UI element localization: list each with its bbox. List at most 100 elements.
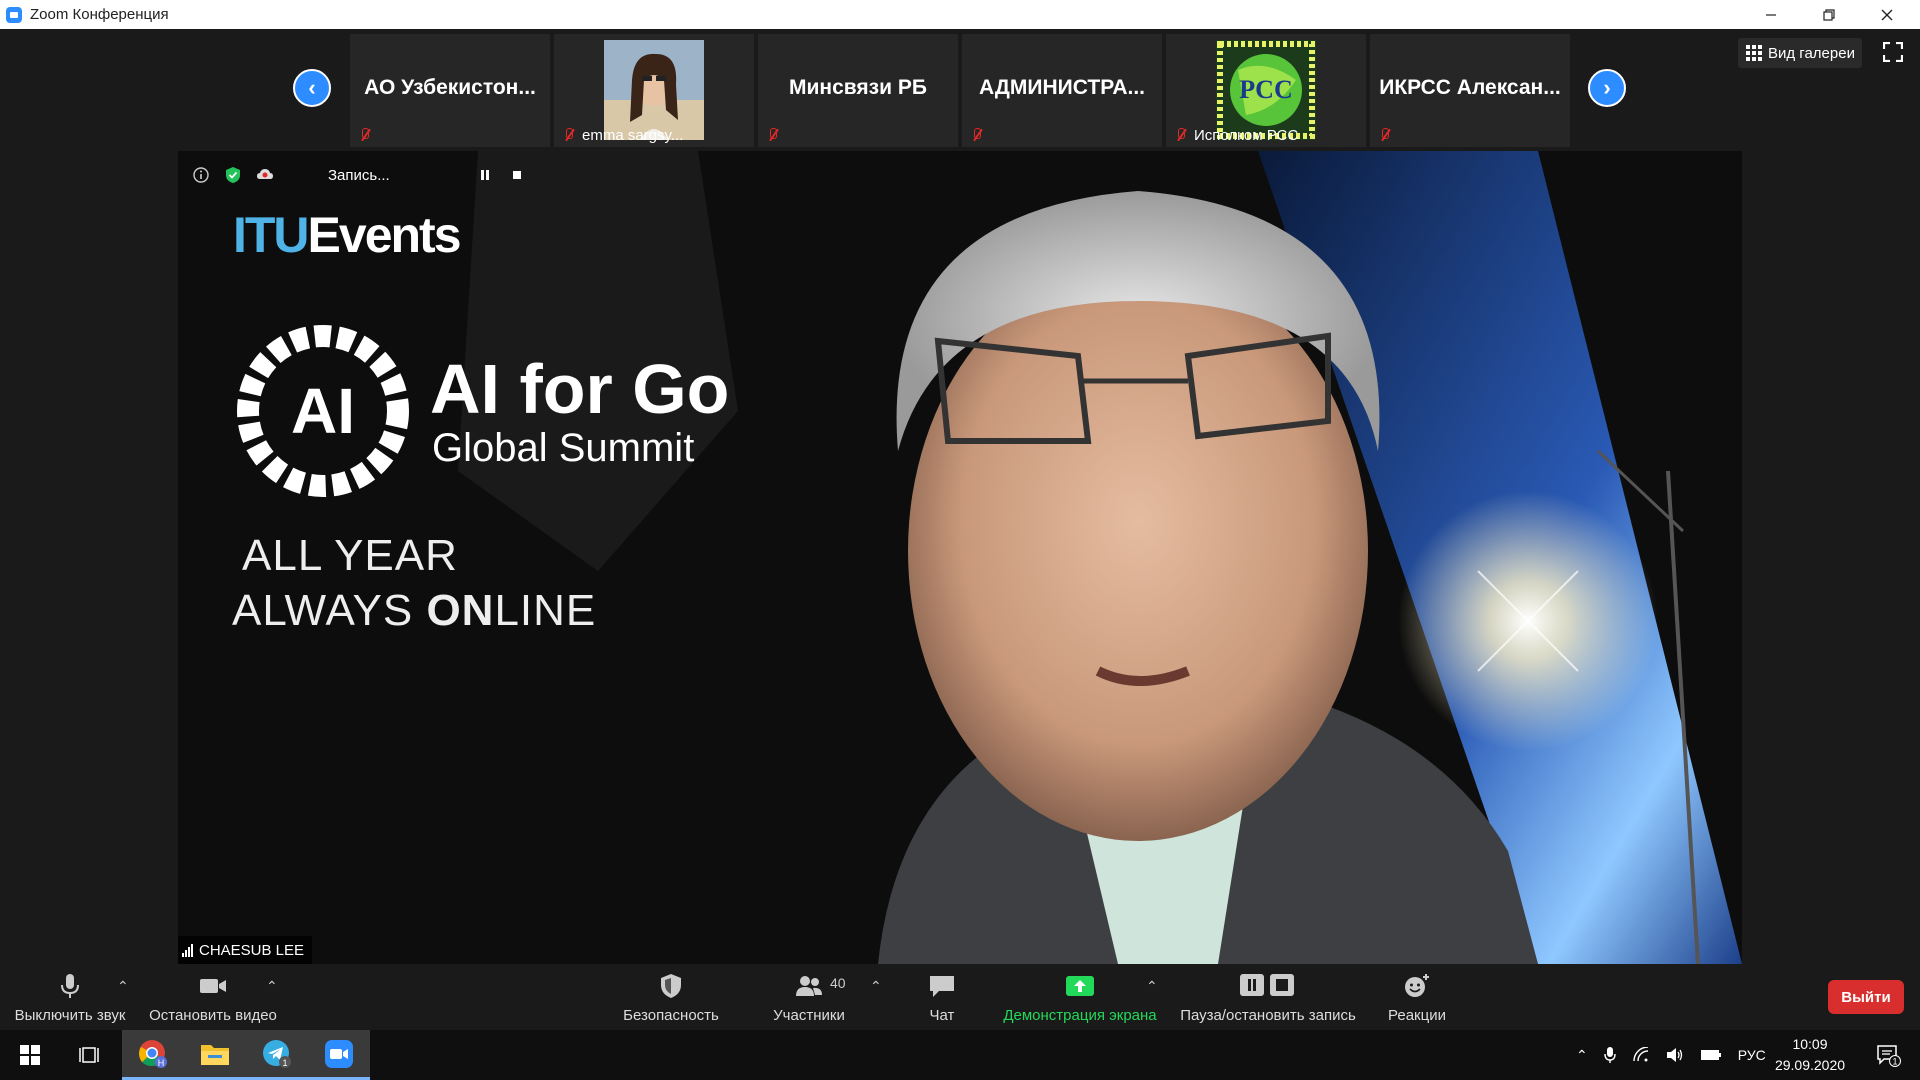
pause-stop-record-icon [1240,974,1294,996]
participant-name: Исполком РСС [1194,127,1299,144]
audio-options-chevron-icon[interactable]: ⌃ [117,978,129,995]
participant-strip [0,29,1920,149]
security-shield-icon [661,974,681,998]
security-button[interactable]: Безопасность [620,964,722,1030]
strip-next-button[interactable]: › [1588,69,1626,107]
system-tray: ⌃ РУС [1576,1030,1766,1080]
chevron-right-icon: › [1603,75,1611,100]
tray-microphone-icon[interactable] [1604,1046,1616,1064]
close-icon [1881,9,1893,20]
minimize-button[interactable] [1742,0,1800,29]
speaker-name-label: CHAESUB LEE [178,936,313,964]
wifi-icon[interactable] [1632,1047,1650,1063]
notifications-icon: 1 [1877,1045,1901,1067]
windows-taskbar: H 1 ⌃ РУС 10:09 29.09.2020 1 [0,1030,1920,1080]
taskbar-file-explorer[interactable] [184,1030,246,1080]
svg-text:1: 1 [1892,1057,1897,1067]
start-button[interactable] [0,1030,60,1080]
strip-prev-button[interactable]: ‹ [293,69,331,107]
chrome-icon: H [139,1039,167,1068]
meeting-toolbar: Выключить звук ⌃ Остановить видео ⌃ Безо… [0,964,1920,1030]
chevron-left-icon: ‹ [308,75,316,100]
participant-tile[interactable]: Минсвязи РБ [758,34,958,147]
window-title: Zoom Конференция [30,6,169,23]
taskbar-telegram[interactable]: 1 [246,1030,308,1080]
gallery-view-button[interactable]: Вид галереи [1738,38,1862,68]
participant-photo [604,40,704,140]
share-screen-icon [1066,976,1094,996]
participants-options-chevron-icon[interactable]: ⌃ [870,978,882,995]
gallery-view-label: Вид галереи [1768,44,1855,62]
fullscreen-icon[interactable] [1883,42,1903,62]
muted-mic-icon [358,127,372,143]
reaction-smile-icon [1405,974,1429,997]
ai-for-good-subtitle: Global Summit [432,426,695,470]
encryption-shield-icon[interactable] [224,166,242,184]
volume-icon[interactable] [1666,1047,1684,1063]
muted-mic-icon [766,127,780,143]
participant-tile[interactable]: emma sargsy... [554,34,754,147]
muted-mic-icon [970,127,984,143]
minimize-icon [1766,13,1776,16]
restore-button[interactable] [1800,0,1858,29]
svg-text:AI: AI [291,375,355,447]
participant-tile[interactable]: ИКРСС Алексан... [1370,34,1570,147]
battery-icon[interactable] [1700,1049,1722,1061]
all-year-text: ALL YEAR [242,531,458,580]
svg-text:PCC: PCC [1239,75,1292,104]
chat-bubble-icon [930,976,954,997]
participant-name: ИКРСС Алексан... [1379,76,1561,99]
gallery-grid-icon [1746,45,1762,61]
participant-name: АО Узбекистон... [364,76,536,99]
cloud-record-icon [257,169,273,179]
task-view-button[interactable] [60,1030,118,1080]
stop-video-button[interactable]: Остановить видео [146,964,280,1030]
folder-icon [201,1044,229,1065]
taskbar-clock[interactable]: 10:09 29.09.2020 [1768,1034,1852,1076]
participant-name: emma sargsy... [582,127,684,144]
task-view-icon [79,1047,99,1063]
clock-date: 29.09.2020 [1774,1057,1846,1073]
connection-signal-icon [182,943,193,957]
participant-logo: PCC [1216,40,1316,140]
share-options-chevron-icon[interactable]: ⌃ [1146,978,1158,995]
leave-meeting-button[interactable]: Выйти [1828,980,1904,1014]
close-button[interactable] [1858,0,1916,29]
pause-recording-icon[interactable] [476,166,494,184]
ai-for-good-title: AI for Go [430,350,730,428]
itu-events-logo: ITUEvents [233,207,462,263]
participants-count: 40 [830,975,846,991]
notifications-button[interactable]: 1 [1864,1030,1914,1080]
always-online-text: ALWAYS ONLINE [232,586,597,635]
show-hidden-icons-chevron-icon[interactable]: ⌃ [1576,1047,1588,1064]
participant-name: АДМИНИСТРА... [978,76,1146,99]
ai-for-good-logo: AI [237,325,409,497]
participants-icon [796,976,822,996]
reactions-button[interactable]: Реакции [1384,964,1450,1030]
participant-tile[interactable]: PCC Исполком РСС [1166,34,1366,147]
input-language[interactable]: РУС [1738,1047,1766,1063]
clock-time: 10:09 [1792,1036,1828,1052]
stop-recording-icon[interactable] [508,166,526,184]
window-titlebar: Zoom Конференция [0,0,1920,29]
taskbar-zoom[interactable] [308,1030,370,1080]
share-screen-button[interactable]: Демонстрация экрана [998,964,1162,1030]
svg-text:H: H [158,1058,165,1068]
participants-button[interactable]: Участники [766,964,852,1030]
recording-status-bar: Запись... [192,163,526,187]
active-speaker-video: Запись... ITUEvents AI AI for Go Global … [178,151,1742,964]
video-options-chevron-icon[interactable]: ⌃ [266,978,278,995]
muted-mic-icon [562,127,576,143]
info-icon[interactable] [192,166,210,184]
zoom-icon [325,1039,353,1068]
participant-tile[interactable]: АДМИНИСТРА... [962,34,1162,147]
participant-name: Минсвязи РБ [789,76,927,99]
participant-tile[interactable]: АО Узбекистон... [350,34,550,147]
record-control-button[interactable]: Пауза/остановить запись [1176,964,1360,1030]
microphone-icon [61,974,79,998]
taskbar-chrome[interactable]: H [122,1030,184,1080]
mute-button[interactable]: Выключить звук [10,964,130,1030]
windows-logo-icon [20,1045,40,1065]
restore-icon [1823,8,1835,21]
chat-button[interactable]: Чат [920,964,964,1030]
